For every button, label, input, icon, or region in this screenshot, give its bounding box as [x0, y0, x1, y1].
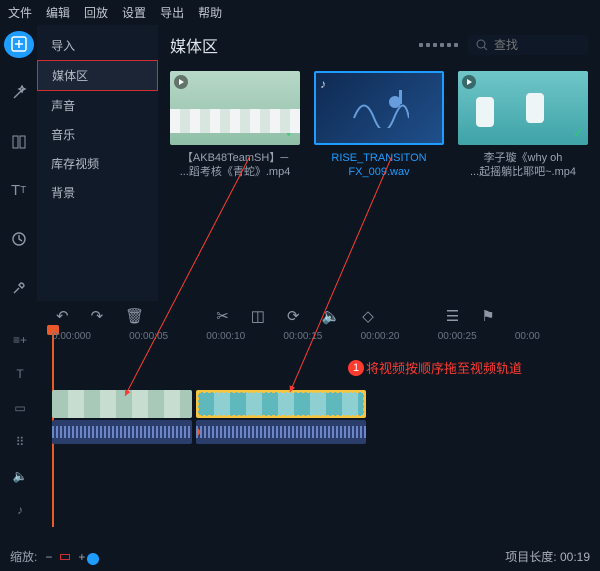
timeline-clip[interactable]	[52, 390, 192, 418]
annotation-1: 1将视频按顺序拖至视频轨道	[348, 358, 522, 377]
zoom-in-icon[interactable]: +	[78, 550, 85, 564]
clip-caption: 李子璇《why oh...起摇躺比耶吧~.mp4	[458, 151, 588, 180]
media-clip[interactable]: ♪ RISE_TRANSITONFX_009.wav	[314, 71, 444, 180]
keyframe-dot[interactable]	[196, 428, 200, 436]
search-field[interactable]	[494, 38, 574, 52]
sidebar-item-sound[interactable]: 声音	[37, 91, 158, 120]
music-icon: ♪	[320, 77, 326, 91]
layout-icon	[11, 134, 27, 150]
time-ruler[interactable]: 0:00:000 00:00:05 00:00:10 00:00:15 00:0…	[40, 327, 600, 350]
sidebar-item-bg[interactable]: 背景	[37, 178, 158, 207]
flag-icon[interactable]: ⚑	[481, 307, 494, 325]
check-icon: ✓	[285, 125, 296, 141]
menu-playback[interactable]: 回放	[84, 4, 108, 21]
media-clip[interactable]: ✓ 李子璇《why oh...起摇躺比耶吧~.mp4	[458, 71, 588, 180]
search-input[interactable]	[468, 35, 588, 55]
audio-wave-icon	[349, 88, 409, 128]
grid-icon[interactable]	[419, 43, 458, 47]
wrench-icon	[11, 280, 27, 296]
menu-settings[interactable]: 设置	[122, 4, 146, 21]
track-audio-icon[interactable]: 🔈	[13, 469, 28, 483]
undo-icon[interactable]: ↶	[56, 307, 69, 325]
volume-icon[interactable]: 🔈	[322, 307, 341, 325]
tool-layout[interactable]	[4, 128, 34, 155]
keyframe-icon[interactable]: ◇	[362, 307, 374, 325]
cut-icon[interactable]: ✂	[216, 307, 229, 325]
track-fx-icon[interactable]: ⠿	[16, 435, 25, 449]
sidebar-item-import[interactable]: 导入	[37, 31, 158, 60]
tool-wrench[interactable]	[4, 274, 34, 301]
clip-caption: 【AKB48TeamSH】─...蹈考核《青蛇》.mp4	[170, 151, 300, 180]
media-clip[interactable]: ✓ 【AKB48TeamSH】─...蹈考核《青蛇》.mp4	[170, 71, 300, 180]
clip-thumb[interactable]: ♪	[314, 71, 444, 145]
search-icon	[476, 39, 488, 51]
tool-add[interactable]	[4, 31, 34, 58]
track-settings-icon[interactable]: ≡+	[13, 333, 27, 347]
add-icon	[11, 36, 27, 52]
timeline-audio-clip[interactable]	[52, 420, 192, 444]
tool-clock[interactable]	[4, 226, 34, 253]
clip-caption: RISE_TRANSITONFX_009.wav	[314, 151, 444, 180]
sidebar-item-stock[interactable]: 库存视频	[37, 149, 158, 178]
project-length: 项目长度: 00:19	[505, 548, 590, 565]
redo-icon[interactable]: ↷	[91, 307, 104, 325]
timeline-audio-clip[interactable]	[196, 420, 366, 444]
clip-thumb[interactable]: ✓	[170, 71, 300, 145]
clock-icon	[11, 231, 27, 247]
zoom-out-icon[interactable]: −	[45, 550, 52, 564]
clip-thumb[interactable]: ✓	[458, 71, 588, 145]
sidebar-item-music[interactable]: 音乐	[37, 120, 158, 149]
tool-wand[interactable]	[4, 80, 34, 107]
menu-export[interactable]: 导出	[160, 4, 184, 21]
zoom-knob[interactable]	[87, 553, 99, 565]
track-text-icon[interactable]: T	[16, 367, 23, 381]
wand-icon	[11, 85, 27, 101]
tool-text[interactable]: TT	[4, 177, 34, 204]
trash-icon[interactable]: 🗑	[125, 307, 144, 325]
timeline-clip-selected[interactable]	[196, 390, 366, 418]
page-title: 媒体区	[170, 33, 218, 57]
menu-edit[interactable]: 编辑	[46, 4, 70, 21]
track-music-icon[interactable]: ♪	[17, 503, 23, 517]
menu-help[interactable]: 帮助	[198, 4, 222, 21]
rotate-icon[interactable]: ⟳	[287, 307, 300, 325]
track-video-icon[interactable]: ▭	[14, 401, 25, 415]
sidebar-item-media[interactable]: 媒体区	[37, 60, 158, 91]
crop-icon[interactable]: ◫	[251, 307, 265, 325]
menu-file[interactable]: 文件	[8, 4, 32, 21]
list-icon[interactable]: ☰	[446, 307, 459, 325]
zoom-label: 缩放:	[10, 548, 37, 565]
play-icon[interactable]	[462, 75, 476, 89]
check-icon: ✓	[573, 125, 584, 141]
play-icon[interactable]	[174, 75, 188, 89]
